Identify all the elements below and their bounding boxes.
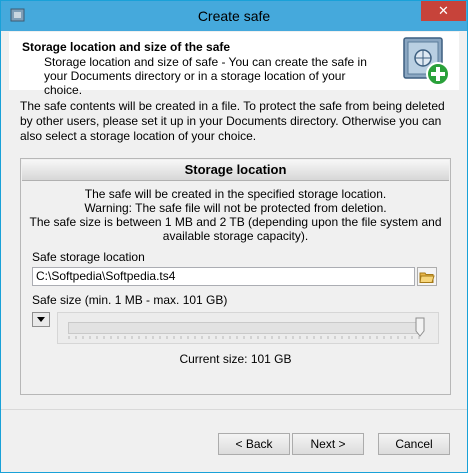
intro-text: The safe contents will be created in a f… xyxy=(20,99,445,143)
back-button[interactable]: < Back xyxy=(218,433,290,455)
folder-open-icon[interactable] xyxy=(417,267,437,286)
safe-add-icon xyxy=(403,37,450,86)
storage-location-group: Storage location The safe will be create… xyxy=(20,158,451,395)
wizard-header: Storage location and size of the safe St… xyxy=(9,32,459,97)
triangle-down-icon xyxy=(37,317,45,322)
title-bar: Create safe ✕ xyxy=(1,1,467,31)
header-title: Storage location and size of the safe xyxy=(22,40,231,54)
safe-size-slider[interactable] xyxy=(57,312,439,344)
cancel-button[interactable]: Cancel xyxy=(378,433,450,455)
current-size-label: Current size: 101 GB xyxy=(179,352,292,366)
storage-info-line-1: The safe will be created in the specifie… xyxy=(84,187,387,201)
storage-info-line-3: The safe size is between 1 MB and 2 TB (… xyxy=(29,215,442,243)
slider-ticks xyxy=(68,336,420,339)
button-separator xyxy=(1,409,467,410)
storage-info-line-2: Warning: The safe file will not be prote… xyxy=(84,201,387,215)
path-label: Safe storage location xyxy=(32,250,145,264)
create-safe-window: Create safe ✕ Storage location and size … xyxy=(0,0,468,473)
close-button[interactable]: ✕ xyxy=(421,1,466,21)
slider-track xyxy=(68,322,420,334)
next-button[interactable]: Next > xyxy=(292,433,364,455)
slider-thumb[interactable] xyxy=(415,317,425,337)
header-subtitle: Storage location and size of safe - You … xyxy=(44,55,367,97)
window-title: Create safe xyxy=(197,8,271,24)
storage-heading: Storage location xyxy=(22,160,449,181)
storage-path-input[interactable]: C:\Softpedia\Softpedia.ts4 xyxy=(32,267,415,286)
size-dropdown-button[interactable] xyxy=(32,312,50,327)
storage-info: The safe will be created in the specifie… xyxy=(27,187,444,243)
size-label: Safe size (min. 1 MB - max. 101 GB) xyxy=(32,293,228,307)
